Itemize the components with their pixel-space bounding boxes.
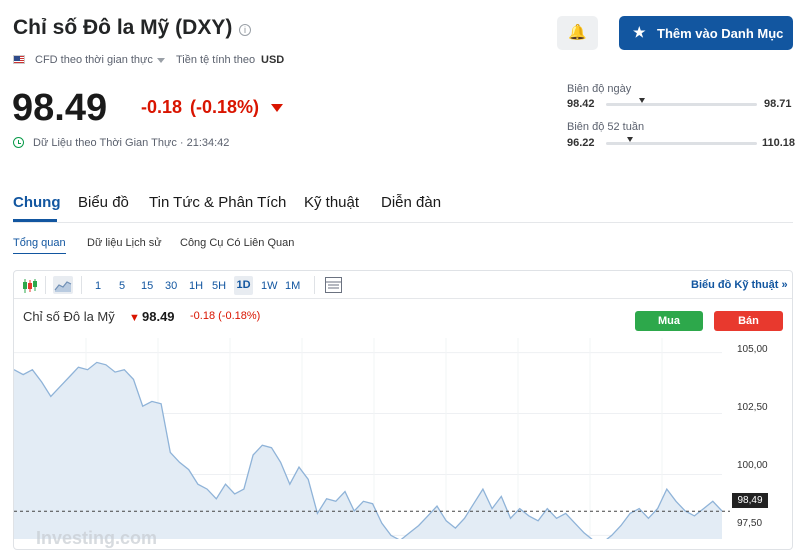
- subtab-historical-data[interactable]: Dữ liệu Lịch sử: [87, 237, 162, 249]
- y-tick-label: 105,00: [737, 344, 768, 355]
- timeframe-1w[interactable]: 1W: [261, 280, 278, 292]
- last-price-tag: 98,49: [732, 493, 768, 508]
- week52-range-low: 96.22: [567, 137, 595, 149]
- tab-news-analysis[interactable]: Tin Tức & Phân Tích: [149, 194, 286, 211]
- timeframe-1m[interactable]: 1M: [285, 280, 300, 292]
- star-icon: ★: [633, 24, 646, 40]
- technical-chart-link[interactable]: Biểu đồ Kỹ thuật »: [691, 279, 788, 291]
- day-range-label: Biên độ ngày: [567, 83, 632, 95]
- area-chart-icon[interactable]: [53, 276, 73, 294]
- chart-title: Chỉ số Đô la Mỹ: [23, 309, 115, 324]
- tab-overview[interactable]: Chung: [13, 194, 60, 211]
- chart-price: 98.49: [142, 309, 175, 324]
- subtab-related-tools[interactable]: Công Cụ Có Liên Quan: [180, 237, 294, 249]
- tabs-divider: [13, 222, 793, 223]
- price-change-percent: (-0.18%): [190, 97, 260, 117]
- week52-range-bar: [606, 142, 757, 145]
- price-area: [14, 362, 722, 539]
- sell-button[interactable]: Bán: [714, 311, 783, 331]
- active-subtab-indicator: [13, 253, 66, 254]
- timeframe-30[interactable]: 30: [165, 280, 177, 292]
- y-tick-label: 97,50: [737, 518, 763, 529]
- subtab-summary[interactable]: Tổng quan: [13, 237, 66, 249]
- clock-icon: [13, 137, 24, 148]
- arrow-down-icon: ▼: [129, 312, 140, 324]
- realtime-timestamp: Dữ Liệu theo Thời Gian Thực · 21:34:42: [33, 137, 230, 149]
- currency-label: Tiền tệ tính theo: [176, 54, 256, 66]
- day-range-bar: [606, 103, 757, 106]
- buy-button[interactable]: Mua: [635, 311, 703, 331]
- timeframe-1h[interactable]: 1H: [189, 280, 203, 292]
- us-flag-icon: [13, 55, 25, 64]
- tab-chart[interactable]: Biểu đồ: [78, 194, 129, 211]
- price-chart[interactable]: [14, 338, 730, 539]
- chart-toolbar: [14, 271, 792, 299]
- last-price: 98.49: [12, 87, 108, 129]
- y-tick-label: 100,00: [737, 460, 768, 471]
- day-range-low: 98.42: [567, 98, 595, 110]
- timeframe-5h[interactable]: 5H: [212, 280, 226, 292]
- tab-forum[interactable]: Diễn đàn: [381, 194, 441, 211]
- bell-plus-icon: 🔔: [568, 24, 587, 41]
- day-range-high: 98.71: [764, 98, 792, 110]
- timeframe-1d[interactable]: 1D: [234, 276, 253, 295]
- toolbar-separator: [45, 276, 46, 294]
- timeframe-5[interactable]: 5: [119, 280, 125, 292]
- cfd-label[interactable]: CFD theo thời gian thực: [35, 54, 153, 66]
- arrow-down-icon: [271, 104, 283, 112]
- currency-value: USD: [261, 54, 285, 66]
- y-tick-label: 102,50: [737, 402, 768, 413]
- day-range-marker: [639, 98, 646, 103]
- watchlist-button-label: Thêm vào Danh Mục: [657, 26, 784, 41]
- week52-range-marker: [627, 137, 634, 142]
- timeframe-1[interactable]: 1: [95, 280, 101, 292]
- toolbar-separator: [81, 276, 82, 294]
- timeframe-15[interactable]: 15: [141, 280, 153, 292]
- add-to-watchlist-button[interactable]: ★ Thêm vào Danh Mục: [619, 16, 793, 50]
- tab-technical[interactable]: Kỹ thuật: [304, 194, 359, 211]
- week52-range-label: Biên độ 52 tuần: [567, 121, 645, 133]
- price-change: -0.18: [141, 97, 183, 117]
- candlestick-icon[interactable]: [21, 278, 39, 294]
- page-title: Chỉ số Đô la Mỹ (DXY): [13, 16, 233, 39]
- chart-change: -0.18 (-0.18%): [190, 310, 261, 322]
- table-icon[interactable]: [325, 277, 342, 293]
- alert-bell-button[interactable]: 🔔: [557, 16, 598, 50]
- week52-range-high: 110.18: [762, 137, 796, 149]
- info-icon[interactable]: i: [239, 24, 251, 36]
- toolbar-separator: [314, 276, 315, 294]
- caret-down-icon[interactable]: [157, 58, 165, 63]
- active-tab-indicator: [13, 219, 57, 222]
